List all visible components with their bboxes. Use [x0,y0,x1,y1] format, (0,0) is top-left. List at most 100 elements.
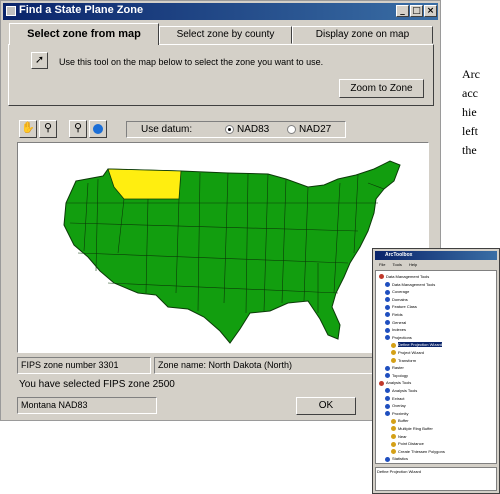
pan-tool-button[interactable]: ✋ [19,120,37,138]
menu-help[interactable]: Help [409,262,417,267]
maximize-icon[interactable]: □ [410,5,423,17]
toolbox-tree-item[interactable]: Overlay [385,402,406,409]
zoom-in-tool-button[interactable]: ⚲ [39,120,57,138]
toolbox-tree-item[interactable]: Data Management Tools [385,281,435,288]
toolbox-tree-item[interactable]: General [385,319,406,326]
toolbox-tree-item[interactable]: Domains [385,296,408,303]
toolbox-tree-item[interactable]: Transform [391,357,416,364]
toolbox-tree-item[interactable]: Coverage [385,288,409,295]
us-map[interactable] [18,143,428,352]
toolbox-tree-label: Point Distance [398,441,424,447]
tool-icon [391,426,396,432]
toolbox-icon [385,297,390,303]
toolbox-tree-label: Projections [392,334,412,340]
minimize-icon[interactable]: _ [396,5,409,17]
toolbox-tree-item[interactable]: Raster [385,364,404,371]
toolbox-tree-label: Proximity [392,410,409,416]
toolbox-tree-label: Extract [392,395,405,401]
toolbox-icon [385,411,390,417]
toolbox-icon [385,388,390,394]
hand-icon: ✋ [21,122,35,134]
zoom-out-icon: ⚲ [73,122,83,134]
nad83-radio[interactable] [225,125,234,134]
side-text-line-1: Arc [462,67,480,81]
zoom-to-zone-button[interactable]: Zoom to Zone [339,79,424,98]
dialog-titlebar[interactable]: Find a State Plane Zone _ □ × [3,3,438,20]
nad27-label: NAD27 [299,124,332,135]
toolbox-tree-item[interactable]: Point Distance [391,440,424,447]
toolbox-icon [385,327,390,333]
tab-select-zone-from-map[interactable]: Select zone from map [9,23,159,45]
toolbox-titlebar[interactable]: ArcToolbox [375,251,497,260]
ok-button[interactable]: OK [296,397,356,415]
toolbox-tree-label: Topology [392,372,409,378]
tool-icon [391,350,396,356]
toolbox-tree-item[interactable]: Fields [385,311,403,318]
tool-icon [391,434,396,440]
select-zone-tool-button[interactable]: ➚ [31,52,48,69]
full-extent-button[interactable] [89,120,107,138]
tab-select-zone-by-county[interactable]: Select zone by county [159,26,292,44]
selected-zone-message: You have selected FIPS zone 2500 [19,379,175,390]
toolbox-tree-item[interactable]: Analysis Tools [379,379,411,386]
toolbox-icon [385,373,390,379]
app-icon [6,6,16,16]
close-icon[interactable]: × [424,5,437,17]
globe-icon [93,124,103,134]
toolbox-tree-item[interactable]: Define Projection Wizard [391,341,443,348]
toolbox-icon [379,380,384,386]
toolbox-tree-item[interactable]: Near [391,433,407,440]
toolbox-tree-label: Analysis Tools [392,388,418,393]
toolbox-tree: Data Management Tools Data Management Too… [375,270,497,464]
toolbox-tree-item[interactable]: Extract [385,395,404,402]
nad27-radio[interactable] [287,125,296,134]
toolbox-tree-item[interactable]: Indexes [385,326,406,333]
us-state-plane-zones[interactable] [63,160,401,344]
toolbox-tree-item[interactable]: Analysis Tools [385,387,417,394]
toolbox-tree-item[interactable]: Create Thiessen Polygons [391,448,445,455]
toolbox-tree-item[interactable]: Multiple Ring Buffer [391,425,433,432]
toolbox-tree-item[interactable]: Feature Class [385,303,417,310]
toolbox-tree-label: Define Projection Wizard [398,342,443,348]
toolbox-tree-label: Transform [398,357,417,363]
tool-icon [391,449,396,455]
toolbox-icon [385,335,390,341]
toolbox-icon [385,396,390,402]
toolbox-tree-item[interactable]: Statistics [385,455,408,462]
toolbox-icon [385,403,390,409]
toolbox-tree-item[interactable]: Proximity [385,410,408,417]
toolbox-tree-item[interactable]: Projections [385,334,412,341]
arctoolbox-window: ArcToolbox File Tools Help Data Manageme… [372,248,500,494]
tool-icon [391,441,396,447]
tool-icon [391,342,396,348]
datum-selector: Use datum: NAD83 NAD27 [126,121,346,138]
toolbox-tree-item[interactable]: Buffer [391,417,409,424]
selected-zone-field: Montana NAD83 [17,397,157,414]
tool-icon [391,358,396,364]
toolbox-status: Define Projection Wizard [375,467,497,491]
nad83-label: NAD83 [237,124,270,135]
toolbox-tree-item[interactable]: Project Wizard [391,349,424,356]
fips-zone-number: FIPS zone number 3301 [17,357,151,374]
toolbox-title: ArcToolbox [385,252,413,258]
toolbox-tree-label: Overlay [392,403,406,409]
toolbox-tree-label: Fields [392,312,403,317]
toolbox-tree-item[interactable]: Topology [385,372,408,379]
tab-display-zone-on-map[interactable]: Display zone on map [292,26,433,44]
toolbox-tree-label: Feature Class [392,304,417,310]
toolbox-icon [385,365,390,371]
menu-file[interactable]: File [379,262,385,267]
magnifier-icon: ⚲ [43,122,53,134]
toolbox-icon [385,312,390,318]
toolbox-tree-label: Data Management Tools [392,281,436,287]
toolbox-icon [385,289,390,295]
zoom-out-tool-button[interactable]: ⚲ [69,120,87,138]
tool-icon [391,418,396,424]
toolbox-menubar: File Tools Help [375,261,497,268]
toolbox-tree-label: Coverage [392,289,410,295]
menu-tools[interactable]: Tools [393,262,402,267]
tool-instruction: Use this tool on the map below to select… [59,57,324,67]
us-map-panel[interactable] [17,142,429,353]
toolbox-tree-item[interactable]: Data Management Tools [379,273,429,280]
toolbox-icon [385,304,390,310]
